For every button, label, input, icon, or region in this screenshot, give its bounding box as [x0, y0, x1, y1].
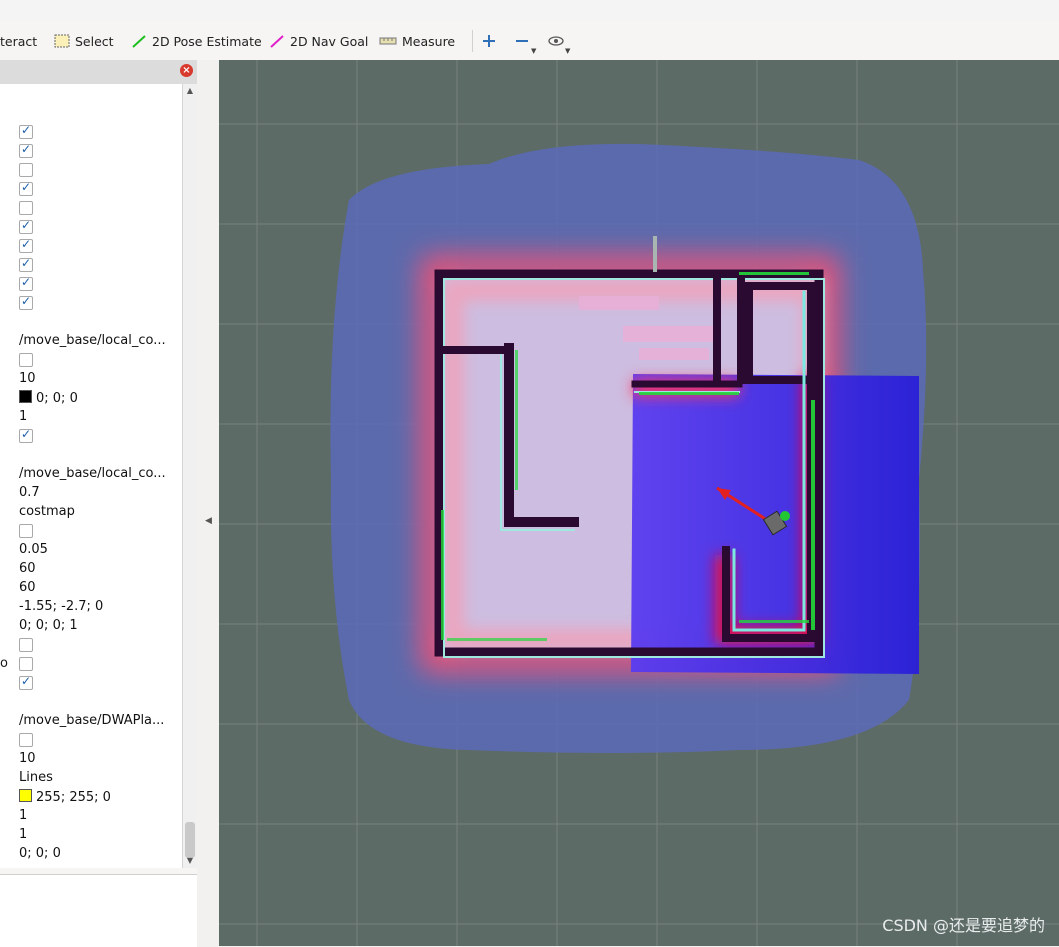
pose-estimate-tool[interactable]: 2D Pose Estimate [131, 22, 262, 60]
color-swatch [19, 390, 32, 403]
scroll-up-icon[interactable]: ▲ [185, 86, 195, 96]
select-label: Select [75, 33, 114, 49]
color-text: 0; 0; 0 [36, 391, 78, 406]
panel-header: × [0, 60, 197, 85]
interact-tool[interactable]: teract [0, 22, 37, 60]
checkbox[interactable] [19, 123, 33, 139]
topic-value[interactable]: /move_base/DWAPla... [19, 713, 164, 728]
checkbox[interactable] [19, 163, 33, 177]
measure-tool[interactable]: Measure [379, 22, 455, 60]
tree-scrollbar[interactable]: ▲ ▼ [182, 84, 198, 868]
zoom-in-icon [482, 34, 496, 48]
collapse-arrow-icon[interactable]: ◀ [205, 516, 212, 526]
displays-panel: × /move_base/local_co... 10 0; 0; 0 1 /m… [0, 60, 198, 947]
height-value[interactable]: 60 [19, 580, 36, 595]
partial-row: ... [19, 863, 31, 868]
measure-label: Measure [402, 33, 456, 49]
resolution-value[interactable]: 0.05 [19, 542, 48, 557]
color-value[interactable]: 255; 255; 0 [19, 789, 111, 805]
select-tool[interactable]: Select [54, 22, 114, 60]
camera-view-button[interactable] [548, 22, 564, 60]
alpha-value[interactable]: 1 [19, 827, 27, 842]
rviz-3d-view[interactable]: CSDN @还是要追梦的 [219, 60, 1059, 946]
checkbox[interactable] [19, 142, 33, 158]
width-value[interactable]: 60 [19, 561, 36, 576]
description-area [0, 874, 197, 947]
alpha-value[interactable]: 1 [19, 409, 27, 424]
offset-value[interactable]: 0; 0; 0 [19, 846, 61, 861]
checkbox[interactable] [19, 218, 33, 234]
color-text: 255; 255; 0 [36, 790, 111, 805]
window-top-strip [0, 0, 1059, 23]
queue-size-value[interactable]: 10 [19, 371, 36, 386]
checkbox[interactable] [19, 256, 33, 272]
panel-splitter[interactable]: ◀ [197, 60, 219, 946]
color-scheme-value[interactable]: costmap [19, 504, 75, 519]
topic-value[interactable]: /move_base/local_co... [19, 333, 166, 348]
select-icon [54, 34, 70, 48]
property-tree[interactable]: /move_base/local_co... 10 0; 0; 0 1 /mov… [0, 84, 182, 868]
checkbox[interactable] [19, 353, 33, 367]
nav-goal-tool[interactable]: 2D Nav Goal [269, 22, 368, 60]
checkbox[interactable] [19, 294, 33, 310]
checkbox[interactable] [19, 180, 33, 196]
camera-eye-icon [548, 35, 564, 47]
checkbox[interactable] [19, 674, 33, 690]
close-icon[interactable]: × [180, 64, 193, 77]
line-width-value[interactable]: 1 [19, 808, 27, 823]
checkbox[interactable] [19, 201, 33, 215]
toolbar-separator [472, 30, 473, 52]
zoom-out-dropdown-icon[interactable]: ▼ [531, 47, 536, 55]
checkbox[interactable] [19, 657, 33, 671]
camera-dropdown-icon[interactable]: ▼ [565, 47, 570, 55]
scroll-thumb[interactable] [185, 822, 195, 858]
checkbox[interactable] [19, 427, 33, 443]
line-style-value[interactable]: Lines [19, 770, 53, 785]
nav-goal-label: 2D Nav Goal [290, 33, 369, 49]
topic-value[interactable]: /move_base/local_co... [19, 466, 166, 481]
pose-estimate-label: 2D Pose Estimate [152, 33, 262, 49]
truncated-label: o [0, 656, 8, 671]
queue-size-value[interactable]: 10 [19, 751, 36, 766]
checkbox[interactable] [19, 638, 33, 652]
watermark: CSDN @还是要追梦的 [882, 916, 1045, 935]
measure-icon [379, 34, 397, 48]
checkbox[interactable] [19, 237, 33, 253]
zoom-out-icon [515, 34, 529, 48]
map-canvas [219, 60, 1059, 946]
interact-label: teract [0, 33, 38, 49]
alpha-value[interactable]: 0.7 [19, 485, 40, 500]
color-value[interactable]: 0; 0; 0 [19, 390, 78, 406]
toolbar: teract Select 2D Pose Estimate 2D Nav Go… [0, 22, 1059, 61]
scroll-down-icon[interactable]: ▼ [185, 856, 195, 866]
position-value[interactable]: -1.55; -2.7; 0 [19, 599, 103, 614]
orientation-value[interactable]: 0; 0; 0; 1 [19, 618, 78, 633]
pose-estimate-icon [131, 34, 147, 48]
zoom-out-button[interactable] [515, 22, 529, 60]
checkbox[interactable] [19, 524, 33, 538]
checkbox[interactable] [19, 275, 33, 291]
zoom-in-button[interactable] [482, 22, 496, 60]
checkbox[interactable] [19, 733, 33, 747]
nav-goal-icon [269, 34, 285, 48]
color-swatch [19, 789, 32, 802]
